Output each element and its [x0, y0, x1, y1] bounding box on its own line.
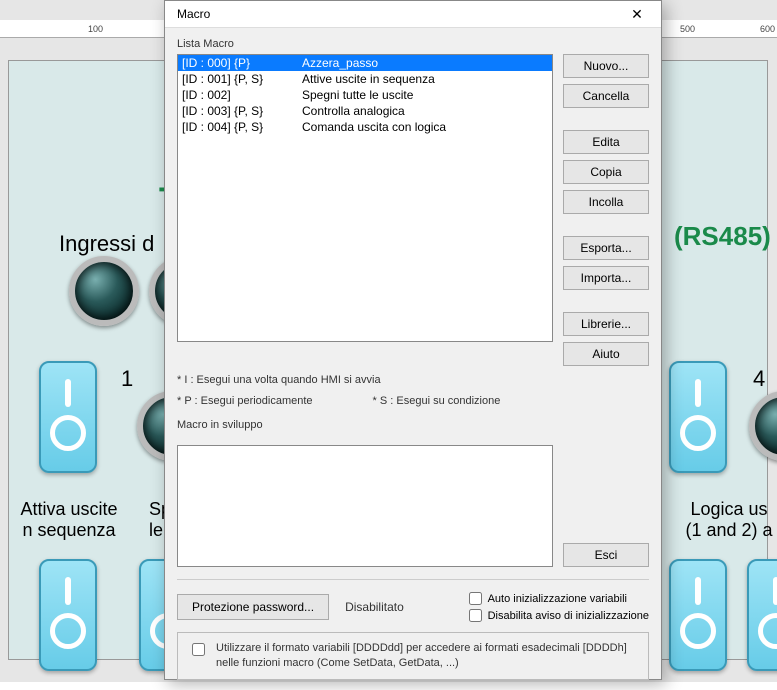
- libraries-button[interactable]: Librerie...: [563, 312, 649, 336]
- list-item[interactable]: [ID : 002]Spegni tutte le uscite: [178, 87, 552, 103]
- checkbox-label: Auto inizializzazione variabili: [488, 593, 627, 605]
- macro-id: [ID : 001] {P, S}: [182, 71, 302, 87]
- close-icon[interactable]: ✕: [619, 1, 655, 27]
- new-button[interactable]: Nuovo...: [563, 54, 649, 78]
- ruler-mark: 500: [680, 24, 695, 34]
- macro-id: [ID : 000] {P}: [182, 55, 302, 71]
- password-status: Disabilitato: [345, 600, 404, 614]
- rs485-label: (RS485): [674, 221, 771, 252]
- titlebar[interactable]: Macro ✕: [165, 1, 661, 28]
- switch[interactable]: [747, 559, 777, 671]
- button-column: Nuovo... Cancella Edita Copia Incolla Es…: [563, 54, 649, 366]
- dialog-body: Lista Macro [ID : 000] {P}Azzera_passo[I…: [165, 28, 661, 690]
- subtitle: Ingressi d: [59, 231, 154, 257]
- disable-warning-checkbox[interactable]: Disabilita aviso di inizializzazione: [469, 609, 649, 622]
- paste-button[interactable]: Incolla: [563, 190, 649, 214]
- checkbox-input[interactable]: [469, 609, 482, 622]
- macro-name: Attive uscite in sequenza: [302, 71, 548, 87]
- macro-name: Comanda uscita con logica: [302, 119, 548, 135]
- dev-listbox[interactable]: [177, 445, 553, 567]
- checkbox-label: Disabilita aviso di inizializzazione: [488, 610, 649, 622]
- note-i: * I : Esegui una volta quando HMI si avv…: [177, 372, 649, 389]
- edit-button[interactable]: Edita: [563, 130, 649, 154]
- note-s: * S : Esegui su condizione: [373, 393, 501, 410]
- switch[interactable]: [669, 559, 727, 671]
- checkbox-input[interactable]: [469, 592, 482, 605]
- switch[interactable]: [669, 361, 727, 473]
- ruler-mark: 100: [88, 24, 103, 34]
- auto-init-checkbox[interactable]: Auto inizializzazione variabili: [469, 592, 649, 605]
- hex-note-text: Utilizzare il formato variabili [DDDDdd]…: [216, 641, 638, 671]
- exit-button[interactable]: Esci: [563, 543, 649, 567]
- list-item[interactable]: [ID : 000] {P}Azzera_passo: [178, 55, 552, 71]
- list-item[interactable]: [ID : 004] {P, S}Comanda uscita con logi…: [178, 119, 552, 135]
- note-p: * P : Esegui periodicamente: [177, 393, 313, 410]
- macro-id: [ID : 003] {P, S}: [182, 103, 302, 119]
- password-protection-button[interactable]: Protezione password...: [177, 594, 329, 620]
- hex-checkbox[interactable]: [192, 643, 205, 656]
- switch-num: 4: [753, 366, 765, 392]
- macro-name: Spegni tutte le uscite: [302, 87, 548, 103]
- macro-dialog: Macro ✕ Lista Macro [ID : 000] {P}Azzera…: [164, 0, 662, 680]
- macro-name: Azzera_passo: [302, 55, 548, 71]
- help-button[interactable]: Aiuto: [563, 342, 649, 366]
- legend-notes: * I : Esegui una volta quando HMI si avv…: [177, 372, 649, 409]
- export-button[interactable]: Esporta...: [563, 236, 649, 260]
- led-indicator[interactable]: [69, 256, 139, 326]
- switch-num: 1: [121, 366, 133, 392]
- list-group-label: Lista Macro: [177, 38, 649, 50]
- divider: [177, 579, 649, 580]
- copy-button[interactable]: Copia: [563, 160, 649, 184]
- macro-id: [ID : 002]: [182, 87, 302, 103]
- switch-label: Attiva usciten sequenza: [0, 499, 139, 541]
- led-indicator[interactable]: [749, 391, 777, 461]
- switch[interactable]: [39, 559, 97, 671]
- dialog-title: Macro: [177, 7, 210, 21]
- list-item[interactable]: [ID : 003] {P, S}Controlla analogica: [178, 103, 552, 119]
- macro-listbox[interactable]: [ID : 000] {P}Azzera_passo[ID : 001] {P,…: [177, 54, 553, 342]
- list-item[interactable]: [ID : 001] {P, S}Attive uscite in sequen…: [178, 71, 552, 87]
- ruler-mark: 600: [760, 24, 775, 34]
- import-button[interactable]: Importa...: [563, 266, 649, 290]
- switch[interactable]: [39, 361, 97, 473]
- macro-id: [ID : 004] {P, S}: [182, 119, 302, 135]
- dev-group-label: Macro in sviluppo: [177, 419, 649, 431]
- hex-format-note: Utilizzare il formato variabili [DDDDdd]…: [177, 632, 649, 680]
- delete-button[interactable]: Cancella: [563, 84, 649, 108]
- switch-label: Logica us(1 and 2) a: [659, 499, 777, 541]
- macro-name: Controlla analogica: [302, 103, 548, 119]
